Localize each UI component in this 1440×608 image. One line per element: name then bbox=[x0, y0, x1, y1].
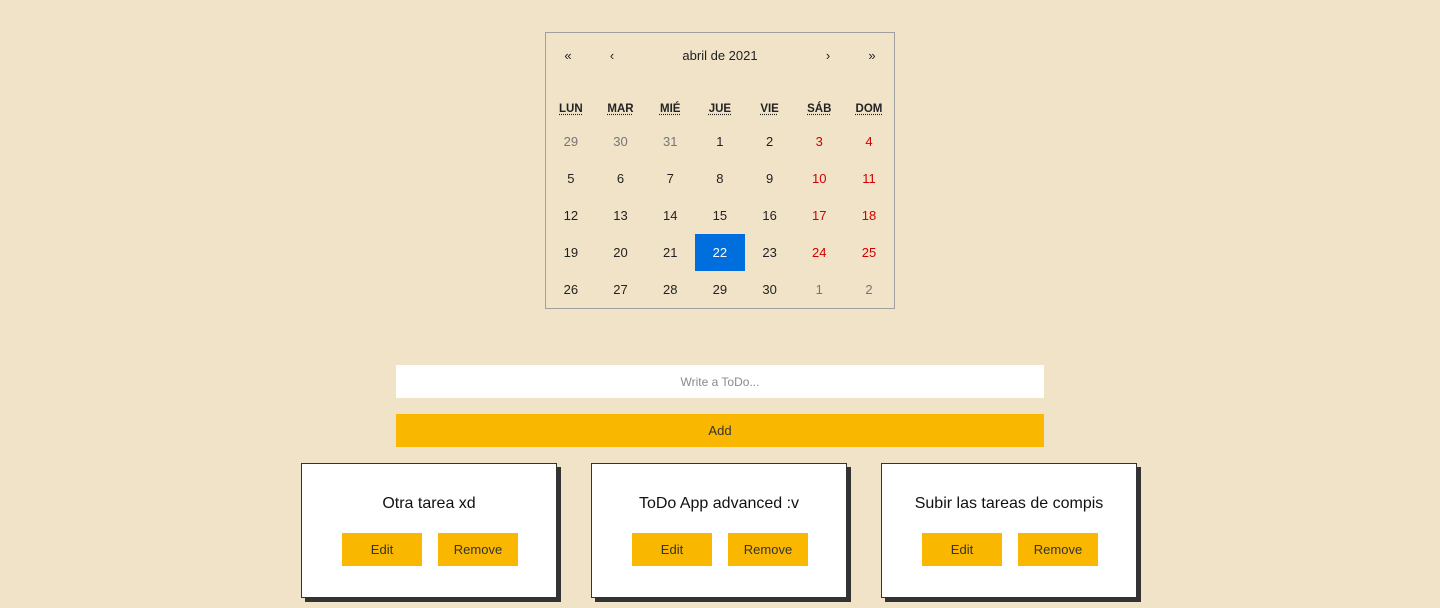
weekday-label: JUE bbox=[708, 103, 732, 115]
calendar-day[interactable]: 29 bbox=[695, 271, 745, 308]
remove-todo-button[interactable]: Remove bbox=[1018, 533, 1098, 566]
calendar-day[interactable]: 9 bbox=[745, 160, 795, 197]
calendar-day[interactable]: 1 bbox=[695, 123, 745, 160]
calendar-day[interactable]: 3 bbox=[794, 123, 844, 160]
calendar-day[interactable]: 21 bbox=[645, 234, 695, 271]
calendar-month-label[interactable]: abril de 2021 bbox=[634, 43, 806, 69]
calendar-day[interactable]: 16 bbox=[745, 197, 795, 234]
weekday-tue: MAR bbox=[596, 97, 646, 121]
calendar-day[interactable]: 20 bbox=[596, 234, 646, 271]
calendar-weekdays: LUN MAR MIÉ JUE VIE SÁB DOM bbox=[546, 97, 894, 121]
todo-card: Subir las tareas de compis Edit Remove bbox=[881, 463, 1137, 598]
weekday-mon: LUN bbox=[546, 97, 596, 121]
weekday-label: VIE bbox=[760, 103, 779, 115]
calendar-day[interactable]: 26 bbox=[546, 271, 596, 308]
edit-todo-button[interactable]: Edit bbox=[922, 533, 1002, 566]
calendar: « ‹ abril de 2021 › » LUN MAR MIÉ JUE VI… bbox=[545, 32, 895, 309]
prev-year-button[interactable]: « bbox=[546, 43, 590, 69]
prev-month-button[interactable]: ‹ bbox=[590, 43, 634, 69]
calendar-day-selected[interactable]: 22 bbox=[695, 234, 745, 271]
weekday-wed: MIÉ bbox=[645, 97, 695, 121]
page: « ‹ abril de 2021 › » LUN MAR MIÉ JUE VI… bbox=[0, 0, 1440, 608]
calendar-day[interactable]: 31 bbox=[645, 123, 695, 160]
weekday-sat: SÁB bbox=[794, 97, 844, 121]
calendar-day[interactable]: 4 bbox=[844, 123, 894, 160]
calendar-day[interactable]: 15 bbox=[695, 197, 745, 234]
calendar-day[interactable]: 17 bbox=[794, 197, 844, 234]
weekday-fri: VIE bbox=[745, 97, 795, 121]
next-month-button[interactable]: › bbox=[806, 43, 850, 69]
calendar-day[interactable]: 30 bbox=[596, 123, 646, 160]
edit-todo-button[interactable]: Edit bbox=[342, 533, 422, 566]
add-todo-button[interactable]: Add bbox=[396, 414, 1044, 447]
calendar-day[interactable]: 13 bbox=[596, 197, 646, 234]
next-year-button[interactable]: » bbox=[850, 43, 894, 69]
calendar-day[interactable]: 18 bbox=[844, 197, 894, 234]
calendar-day[interactable]: 29 bbox=[546, 123, 596, 160]
weekday-label: LUN bbox=[559, 103, 583, 115]
calendar-day[interactable]: 2 bbox=[745, 123, 795, 160]
calendar-day[interactable]: 12 bbox=[546, 197, 596, 234]
calendar-day[interactable]: 19 bbox=[546, 234, 596, 271]
calendar-day[interactable]: 2 bbox=[844, 271, 894, 308]
calendar-day[interactable]: 14 bbox=[645, 197, 695, 234]
weekday-label: SÁB bbox=[807, 103, 832, 115]
calendar-day[interactable]: 27 bbox=[596, 271, 646, 308]
remove-todo-button[interactable]: Remove bbox=[438, 533, 518, 566]
calendar-day[interactable]: 23 bbox=[745, 234, 795, 271]
todo-title: ToDo App advanced :v bbox=[638, 495, 800, 512]
calendar-day[interactable]: 6 bbox=[596, 160, 646, 197]
todo-card: ToDo App advanced :v Edit Remove bbox=[591, 463, 847, 598]
weekday-label: MIÉ bbox=[659, 103, 681, 115]
calendar-day[interactable]: 7 bbox=[645, 160, 695, 197]
calendar-day[interactable]: 5 bbox=[546, 160, 596, 197]
calendar-days-grid: 29 30 31 1 2 3 4 5 6 7 8 9 10 11 12 13 14 15 16 17 18 19 20 21 2… bbox=[546, 123, 894, 308]
todo-title: Otra tarea xd bbox=[382, 495, 476, 512]
edit-todo-button[interactable]: Edit bbox=[632, 533, 712, 566]
remove-todo-button[interactable]: Remove bbox=[728, 533, 808, 566]
calendar-day[interactable]: 28 bbox=[645, 271, 695, 308]
calendar-day[interactable]: 8 bbox=[695, 160, 745, 197]
weekday-label: DOM bbox=[855, 103, 883, 115]
calendar-day[interactable]: 11 bbox=[844, 160, 894, 197]
todo-card: Otra tarea xd Edit Remove bbox=[301, 463, 557, 598]
calendar-day[interactable]: 1 bbox=[794, 271, 844, 308]
calendar-day[interactable]: 25 bbox=[844, 234, 894, 271]
calendar-day[interactable]: 10 bbox=[794, 160, 844, 197]
calendar-navigation: « ‹ abril de 2021 › » bbox=[546, 33, 894, 79]
weekday-thu: JUE bbox=[695, 97, 745, 121]
calendar-day[interactable]: 24 bbox=[794, 234, 844, 271]
todo-title: Subir las tareas de compis bbox=[914, 495, 1104, 512]
calendar-day[interactable]: 30 bbox=[745, 271, 795, 308]
weekday-label: MAR bbox=[607, 103, 634, 115]
weekday-sun: DOM bbox=[844, 97, 894, 121]
todo-input[interactable] bbox=[396, 365, 1044, 398]
